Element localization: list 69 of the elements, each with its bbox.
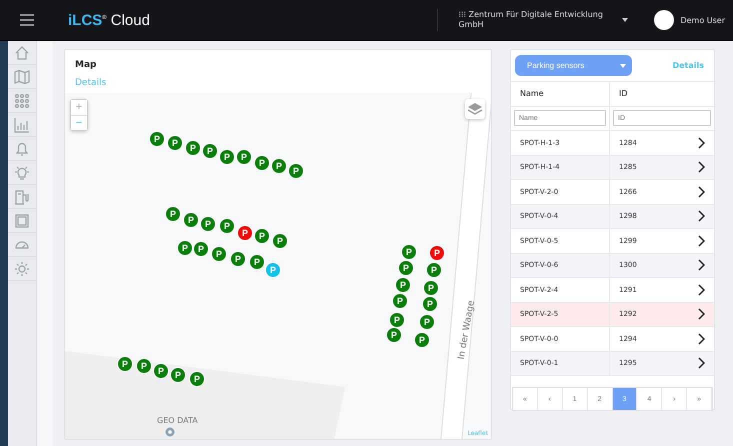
parking-marker[interactable]: P (422, 296, 438, 312)
parking-marker[interactable]: P (177, 240, 193, 256)
parking-marker[interactable]: P (429, 245, 445, 261)
chevron-right-icon[interactable] (698, 186, 705, 198)
dots-grid-icon (14, 92, 30, 108)
parking-marker[interactable]: P (236, 149, 252, 165)
parking-marker[interactable]: P (271, 158, 287, 174)
parking-marker[interactable]: P (211, 246, 227, 262)
charging-station-icon (14, 188, 30, 204)
bell-icon (14, 140, 30, 156)
map-icon (14, 68, 30, 84)
place-label: GEO DATA (157, 416, 198, 425)
street-label: In der Waage (456, 300, 477, 360)
parking-marker[interactable]: P (401, 244, 417, 260)
parking-marker[interactable]: P (288, 163, 304, 179)
parking-marker[interactable]: P (419, 314, 435, 330)
bar-chart-icon (14, 116, 30, 132)
chevron-right-icon[interactable] (698, 332, 705, 345)
parking-marker[interactable]: P (202, 143, 218, 159)
parking-marker[interactable]: P (272, 233, 288, 249)
parking-marker[interactable]: P (183, 212, 199, 228)
chevron-right-icon[interactable] (698, 284, 705, 296)
parking-marker[interactable]: P (185, 140, 201, 156)
parking-marker[interactable]: P (193, 241, 209, 257)
parking-marker[interactable]: P (200, 216, 216, 232)
chevron-right-icon[interactable] (698, 234, 705, 247)
lightbulb-icon (14, 164, 30, 180)
parking-marker[interactable]: P (230, 251, 246, 267)
parking-marker[interactable]: P (149, 131, 165, 147)
organization-selector[interactable]: ⁝⁝⁝ Zentrum Für Digitale Entwicklung GmbH (458, 10, 608, 30)
parking-marker[interactable]: P (386, 327, 402, 343)
location-pin-icon (165, 427, 175, 437)
layers-button[interactable] (465, 99, 485, 119)
menu-icon[interactable] (20, 14, 34, 26)
parking-marker[interactable]: P (219, 149, 235, 165)
caret-icon[interactable] (622, 18, 628, 22)
home-icon (14, 44, 30, 60)
parking-marker[interactable]: P (392, 293, 408, 309)
chevron-right-icon[interactable] (698, 161, 705, 174)
parking-marker[interactable]: P (426, 262, 442, 278)
parking-marker[interactable]: P (395, 277, 411, 293)
avatar[interactable] (654, 10, 674, 30)
parking-marker[interactable]: P (249, 254, 265, 270)
chevron-right-icon[interactable] (698, 308, 705, 320)
chevron-right-icon[interactable] (698, 210, 705, 222)
parking-marker[interactable]: P (219, 218, 235, 234)
logo: iLCS$^{®}$ Cloud (68, 12, 150, 28)
chevron-right-icon[interactable] (698, 259, 705, 272)
card-title: Map (75, 60, 98, 70)
parking-marker[interactable]: P (254, 228, 270, 244)
column-header: ID (618, 88, 629, 100)
parking-marker[interactable]: P (237, 225, 253, 241)
frame-icon (14, 212, 30, 228)
layers-icon (467, 102, 483, 116)
parking-marker[interactable]: P (136, 358, 152, 374)
column-header: Name (511, 82, 610, 106)
parking-marker[interactable]: P (423, 280, 439, 296)
chevron-right-icon[interactable] (698, 136, 705, 149)
parking-marker[interactable]: P (254, 155, 270, 171)
settings-icon (14, 260, 30, 276)
parking-marker[interactable]: P (167, 135, 183, 151)
parking-marker[interactable]: P (414, 332, 430, 348)
parking-marker[interactable]: P (398, 260, 414, 276)
parking-marker[interactable]: P (165, 206, 181, 222)
parking-marker[interactable]: P (389, 312, 405, 328)
caret-icon (620, 64, 626, 68)
chevron-right-icon[interactable] (698, 357, 705, 370)
parking-marker[interactable]: P (117, 356, 133, 372)
user-name[interactable]: Demo User (680, 16, 725, 24)
